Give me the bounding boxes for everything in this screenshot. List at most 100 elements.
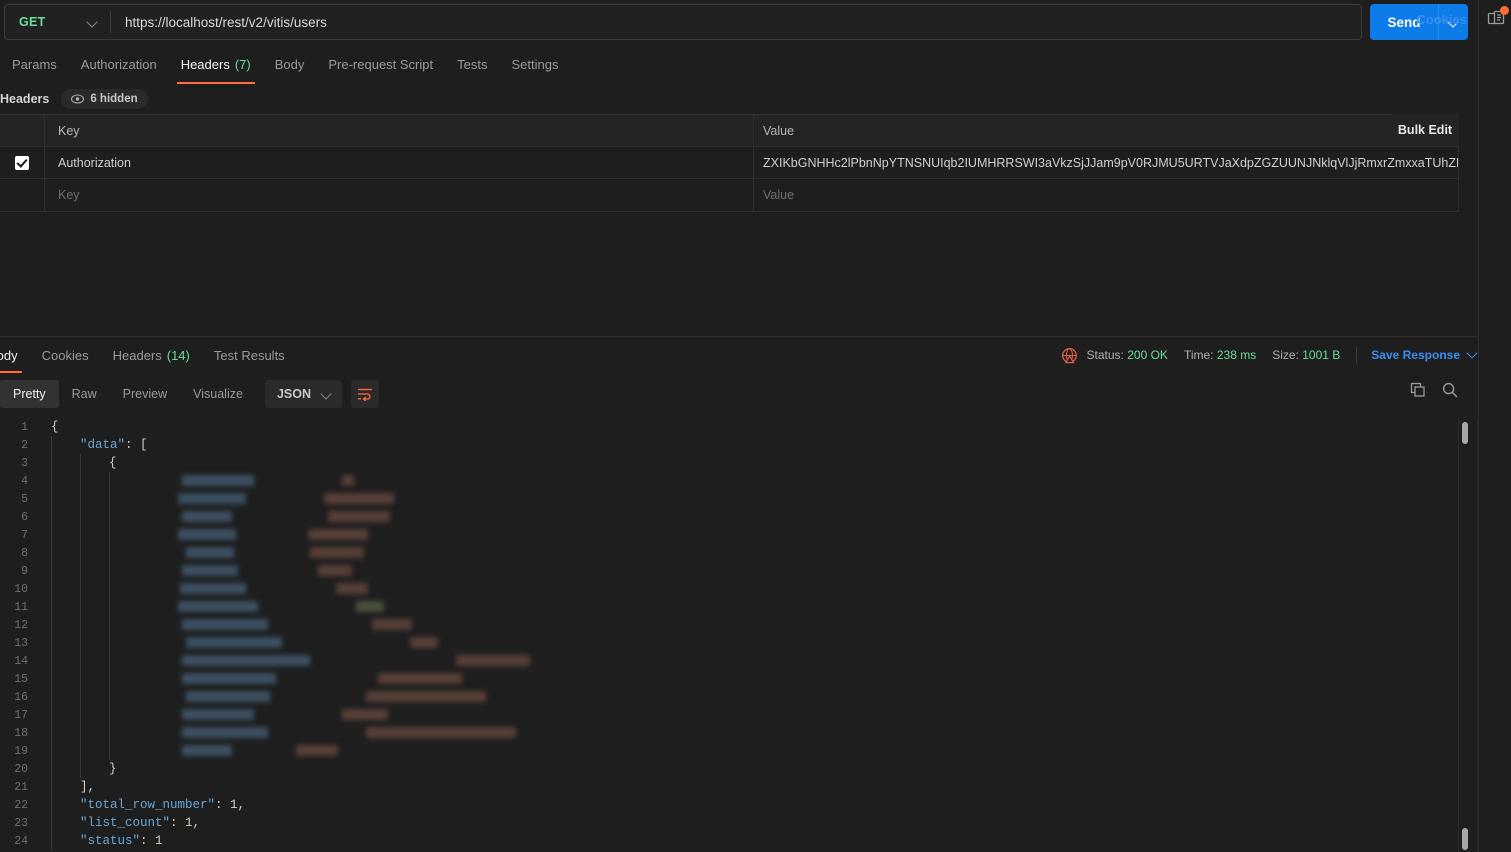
save-response-options-button[interactable] <box>1467 348 1478 362</box>
indent-guide <box>51 634 52 652</box>
bulk-edit-button[interactable]: Bulk Edit <box>1391 114 1459 146</box>
header-value-input-empty[interactable]: Value <box>754 179 1458 211</box>
header-value-authorization[interactable]: ZXIKbGNHHc2lPbnNpYTNSNUIqb2IUMHRRSWI3aVk… <box>754 147 1458 178</box>
json-line: 19 <box>0 742 1459 760</box>
json-key: "total_row_number" <box>80 798 216 812</box>
redacted-content <box>324 493 394 504</box>
redacted-content <box>378 673 462 684</box>
text-wrap-toggle[interactable] <box>351 380 379 408</box>
redacted-content <box>356 601 384 612</box>
indent-guide <box>80 724 81 742</box>
line-number: 16 <box>14 690 28 704</box>
response-json-viewer[interactable]: 1{2 "data": [3{4 5 6 7 8 9 10 11 12 13 14 15 16 17 18 19… <box>0 418 1459 852</box>
redacted-content <box>186 637 282 648</box>
json-line: 3{ <box>0 454 1459 472</box>
header-enabled-checkbox[interactable] <box>15 155 29 170</box>
json-line-content: { <box>38 454 1459 472</box>
header-key-input-empty[interactable]: Key <box>45 179 754 211</box>
redacted-content <box>182 475 254 486</box>
tab-tests[interactable]: Tests <box>445 44 499 84</box>
scrollbar-thumb-top[interactable] <box>1462 422 1468 444</box>
json-line: 20} <box>0 760 1459 778</box>
document-copy-icon[interactable] <box>1486 6 1509 30</box>
response-tab-test-results[interactable]: Test Results <box>202 337 297 373</box>
cookies-link[interactable]: Cookies <box>1416 12 1467 27</box>
indent-guide <box>51 616 52 634</box>
response-tab-cookies[interactable]: Cookies <box>30 337 101 373</box>
response-body-actions <box>1409 381 1459 399</box>
tab-settings[interactable]: Settings <box>499 44 570 84</box>
indent-guide <box>51 526 52 544</box>
tab-authorization[interactable]: Authorization <box>69 44 169 84</box>
json-line-content <box>38 562 1459 580</box>
line-number: 4 <box>21 474 28 488</box>
hidden-headers-toggle[interactable]: 6 hidden <box>61 89 148 109</box>
line-number: 14 <box>14 654 28 668</box>
indent-guide <box>51 724 52 742</box>
line-number: 24 <box>14 834 28 848</box>
json-line: 6 <box>0 508 1459 526</box>
table-row[interactable]: Authorization ZXIKbGNHHc2lPbnNpYTNSNUIqb… <box>0 147 1458 179</box>
tab-headers-count: (7) <box>234 56 251 72</box>
response-tab-headers-label: Headers <box>112 347 162 363</box>
response-format-select[interactable]: JSON <box>264 380 342 408</box>
json-line-content <box>38 724 1459 742</box>
header-key-authorization[interactable]: Authorization <box>45 147 754 178</box>
http-method-label: GET <box>19 15 46 29</box>
copy-icon[interactable] <box>1409 381 1427 399</box>
right-rail-divider <box>1478 0 1479 852</box>
json-text: "total_row_number": 1, <box>38 798 245 812</box>
line-number: 23 <box>14 816 28 830</box>
indent-guide <box>80 562 81 580</box>
json-line: 18 <box>0 724 1459 742</box>
indent-guide <box>109 652 110 670</box>
line-number: 18 <box>14 726 28 740</box>
header-row-checkbox-cell-empty <box>0 179 45 211</box>
line-number: 12 <box>14 618 28 632</box>
indent-guide <box>80 544 81 562</box>
json-line: 16 <box>0 688 1459 706</box>
scrollbar-thumb-bottom[interactable] <box>1462 828 1468 850</box>
json-line-content: } <box>38 760 1459 778</box>
redacted-content <box>182 709 254 720</box>
response-tab-headers[interactable]: Headers (14) <box>101 337 202 373</box>
redacted-content <box>372 619 412 630</box>
redacted-content <box>186 691 270 702</box>
indent-guide <box>51 652 52 670</box>
json-line: 24 "status": 1 <box>0 832 1459 850</box>
indent-guide <box>51 436 52 454</box>
time-label: Time: <box>1183 348 1214 362</box>
table-row-empty[interactable]: Key Value <box>0 179 1458 211</box>
redacted-content <box>366 727 516 738</box>
http-method-select[interactable]: GET <box>5 5 110 39</box>
header-row-checkbox-cell <box>0 147 45 178</box>
column-header-value: Value <box>763 123 795 138</box>
json-text: } <box>109 762 117 776</box>
tab-headers[interactable]: Headers (7) <box>169 44 263 84</box>
redacted-content <box>182 727 268 738</box>
tab-pre-request-script[interactable]: Pre-request Script <box>316 44 445 84</box>
json-colon: : <box>170 816 186 830</box>
indent-guide <box>51 814 52 832</box>
tab-params[interactable]: Params <box>0 44 69 84</box>
search-icon[interactable] <box>1441 381 1459 399</box>
response-tab-body[interactable]: Body <box>0 337 30 373</box>
indent-guide <box>80 742 81 760</box>
view-tab-visualize[interactable]: Visualize <box>180 380 256 408</box>
view-tab-raw[interactable]: Raw <box>59 380 110 408</box>
url-input[interactable] <box>111 5 1361 39</box>
json-key: "data" <box>80 438 126 452</box>
indent-guide <box>51 544 52 562</box>
indent-guide <box>109 688 110 706</box>
redacted-content <box>182 619 268 630</box>
response-body-scrollbar[interactable] <box>1458 418 1471 852</box>
view-tab-preview[interactable]: Preview <box>110 380 180 408</box>
tab-body-label: Body <box>274 56 305 72</box>
indent-guide <box>51 598 52 616</box>
hidden-headers-label: 6 hidden <box>90 93 138 105</box>
tab-body[interactable]: Body <box>263 44 317 84</box>
save-response-button[interactable]: Save Response <box>1371 348 1460 362</box>
line-number: 20 <box>14 762 28 776</box>
view-tab-pretty[interactable]: Pretty <box>0 380 59 408</box>
line-number: 11 <box>14 600 28 614</box>
